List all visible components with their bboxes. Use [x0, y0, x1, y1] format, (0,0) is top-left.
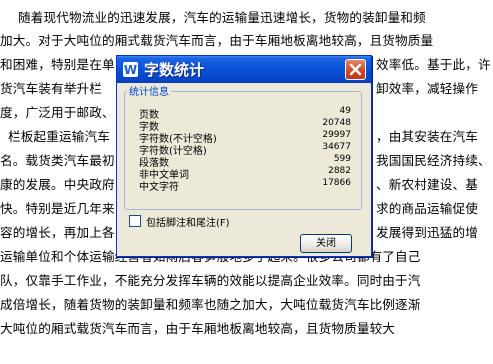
doc-line: 和困难，特别是在单: [0, 57, 115, 72]
doc-line: 大吨位的厢式载货汽车而言，由于车厢地板离地较高，且货物质量较大: [0, 321, 396, 336]
doc-line-fragment: 、新农村建设、基: [376, 177, 478, 192]
doc-line-fragment: 求的商品运输促使: [376, 201, 478, 216]
doc-line: 度，广泛用于邮政、: [0, 105, 115, 120]
group-label: 统计信息: [127, 83, 171, 98]
close-icon: [349, 63, 362, 76]
stat-row-words: 字数 20748: [139, 118, 369, 133]
word-count-dialog[interactable]: W 字数统计 统计信息 页数 49 字数 20748 字符数(不计空格) 299…: [116, 55, 372, 257]
doc-line: 加大。对于大吨位的厢式载货汽车而言，由于车厢地板离地较高，且货物质量: [0, 33, 434, 48]
stat-value: 49: [339, 106, 351, 116]
include-footnotes-checkbox[interactable]: [129, 215, 141, 227]
doc-line-fragment: 发展得到迅猛的增: [376, 225, 478, 240]
close-x-button[interactable]: [345, 59, 366, 80]
doc-line: 名。载货类汽车最初: [0, 153, 115, 168]
doc-line: 随着现代物流业的迅速发展，汽车的运输量迅速增长，货物的装卸量和频: [18, 10, 426, 25]
stat-row-non-chinese-words: 非中文单词 2882: [139, 166, 369, 181]
dialog-titlebar[interactable]: W 字数统计: [117, 56, 371, 83]
close-button[interactable]: 关闭: [300, 234, 352, 253]
stat-value: 17866: [322, 178, 351, 188]
stat-value: 599: [333, 154, 351, 164]
doc-line: 康的发展。中央政府: [0, 177, 115, 192]
stat-row-chars-with-spaces: 字符数(计空格) 34677: [139, 142, 369, 157]
doc-line-fragment: 卸效率，减轻操作: [376, 81, 478, 96]
doc-line-fragment: ，由其安装在汽车: [376, 129, 478, 144]
word-app-icon: W: [123, 62, 138, 77]
stat-value: 34677: [322, 142, 351, 152]
stat-label: 中文字符: [139, 182, 179, 193]
stat-row-pages: 页数 49: [139, 106, 369, 121]
stat-value: 20748: [322, 118, 351, 128]
doc-line: 快。特别是近几年来: [0, 201, 115, 216]
doc-line: 队，仅靠手工作业，不能充分发挥车辆的效能以提高企业效率。同时由于汽: [0, 273, 421, 288]
doc-line: 货汽车装有举升栏: [0, 81, 102, 96]
stat-row-paragraphs: 段落数 599: [139, 154, 369, 169]
svg-text:W: W: [124, 63, 137, 77]
doc-line: 成倍增长，随着货物的装卸量和频率也随之加大，大吨位载货汽车比例逐渐: [0, 297, 421, 312]
doc-line: 容的增长，再加上各: [0, 225, 115, 240]
doc-line-fragment: 效率低。基于此，许: [376, 57, 491, 72]
include-footnotes-label[interactable]: 包括脚注和尾注(F): [146, 214, 230, 229]
stat-value: 29997: [322, 130, 351, 140]
stat-row-chars-no-spaces: 字符数(不计空格) 29997: [139, 130, 369, 145]
doc-line: 栏板起重运输汽车: [8, 129, 110, 144]
dialog-title: 字数统计: [144, 61, 205, 79]
stat-row-chinese-chars: 中文字符 17866: [139, 178, 369, 193]
stat-value: 2882: [328, 166, 351, 176]
doc-line-fragment: 我国国民经济持续、: [376, 153, 491, 168]
